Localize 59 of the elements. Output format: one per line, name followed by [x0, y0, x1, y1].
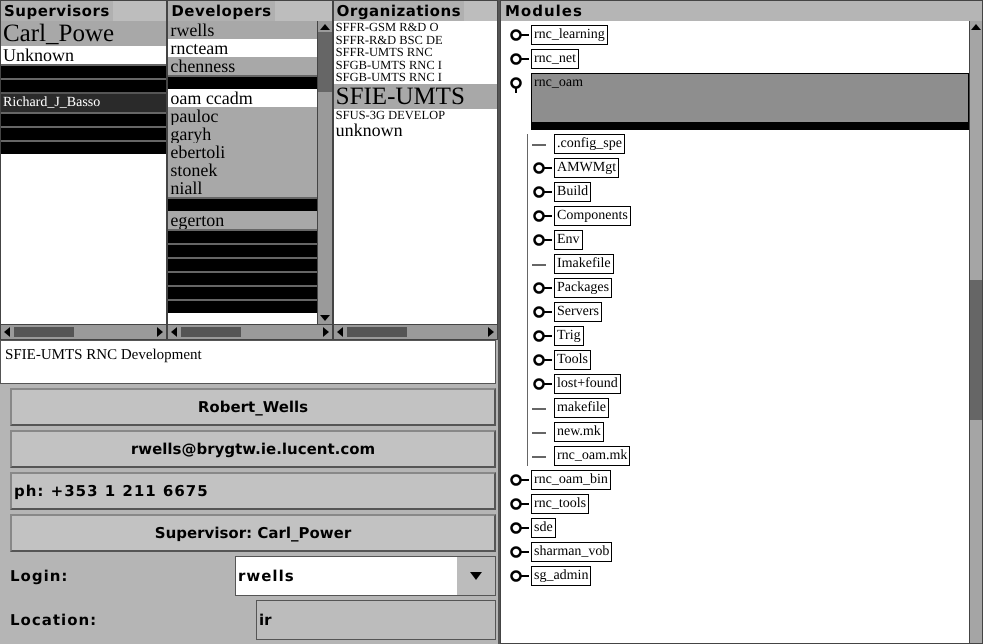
tree-node[interactable]: rnc_oam.mk	[554, 446, 630, 466]
tree-node[interactable]: makefile	[554, 398, 609, 418]
branch-line-icon	[532, 456, 546, 458]
tree-node[interactable]: AMWMgt	[554, 158, 620, 178]
location-label: Location:	[10, 611, 98, 629]
tree-node[interactable]: .config_spe	[554, 134, 625, 154]
list-item[interactable]: Carl_Powe	[1, 21, 166, 46]
list-item[interactable]: ebertoli	[168, 143, 317, 161]
location-field[interactable]: ir	[256, 600, 496, 640]
vertical-scrollbar[interactable]	[969, 21, 982, 643]
list-item[interactable]: pauloc	[168, 107, 317, 125]
panel-title: Supervisors	[1, 1, 113, 21]
tree-node[interactable]: Tools	[554, 350, 591, 370]
horizontal-scrollbar[interactable]	[168, 324, 332, 339]
tree-node[interactable]: rnc_learning	[531, 25, 608, 45]
tree-node[interactable]: Trig	[554, 326, 584, 346]
dropdown-button[interactable]	[457, 557, 495, 595]
tree-node[interactable]: sg_admin	[531, 566, 592, 586]
branch-line-icon	[532, 144, 546, 146]
tree-node[interactable]: Env	[554, 230, 583, 250]
list-item[interactable]: garyh	[168, 125, 317, 143]
list-item[interactable]: stonek	[168, 161, 317, 179]
info-label: ph: +353 1 211 6675	[10, 472, 496, 510]
tree-node[interactable]: lost+found	[554, 374, 621, 394]
tree-node[interactable]: Imakefile	[554, 254, 614, 274]
tree-node[interactable]: Build	[554, 182, 592, 202]
list-item[interactable]: SFIE-UMTS	[334, 84, 498, 108]
tree-node[interactable]: rnc_oam	[531, 73, 969, 130]
tree-node[interactable]: new.mk	[554, 422, 604, 442]
vertical-scrollbar[interactable]	[316, 21, 332, 324]
branch-line-icon	[532, 408, 546, 410]
branch-line-icon	[532, 432, 546, 434]
panel-title: Developers	[168, 1, 275, 21]
tree-node[interactable]: Servers	[554, 302, 602, 322]
organization-field[interactable]: SFIE-UMTS RNC Development	[0, 340, 496, 384]
info-label: Supervisor: Carl_Power	[10, 514, 496, 552]
login-combo[interactable]: rwells	[235, 556, 496, 596]
panel-title: Modules	[504, 1, 584, 21]
list-item[interactable]: SFUS-3G DEVELOP	[334, 108, 498, 121]
tree-node[interactable]: rnc_net	[531, 49, 579, 69]
info-label: rwells@brygtw.ie.lucent.com	[10, 430, 496, 468]
panel-title: Organizations	[334, 1, 464, 21]
list-item[interactable]: niall	[168, 179, 317, 197]
horizontal-scrollbar[interactable]	[1, 324, 166, 339]
branch-line-icon	[532, 264, 546, 266]
tree-node[interactable]: Components	[554, 206, 631, 226]
tree-node[interactable]: rnc_oam_bin	[531, 470, 611, 490]
list-item[interactable]: rwells	[168, 21, 317, 39]
tree-node[interactable]: sde	[531, 518, 556, 538]
caret-icon	[470, 572, 482, 580]
list-item[interactable]: chenness	[168, 57, 317, 75]
list-item[interactable]: Richard_J_Basso	[1, 92, 166, 112]
tree-node[interactable]: Packages	[554, 278, 612, 298]
login-label: Login:	[10, 567, 70, 585]
horizontal-scrollbar[interactable]	[334, 324, 498, 339]
tree-node[interactable]: rnc_tools	[531, 494, 590, 514]
list-item[interactable]: egerton	[168, 211, 317, 229]
info-label: Robert_Wells	[10, 388, 496, 426]
tree-node[interactable]: sharman_vob	[531, 542, 612, 562]
